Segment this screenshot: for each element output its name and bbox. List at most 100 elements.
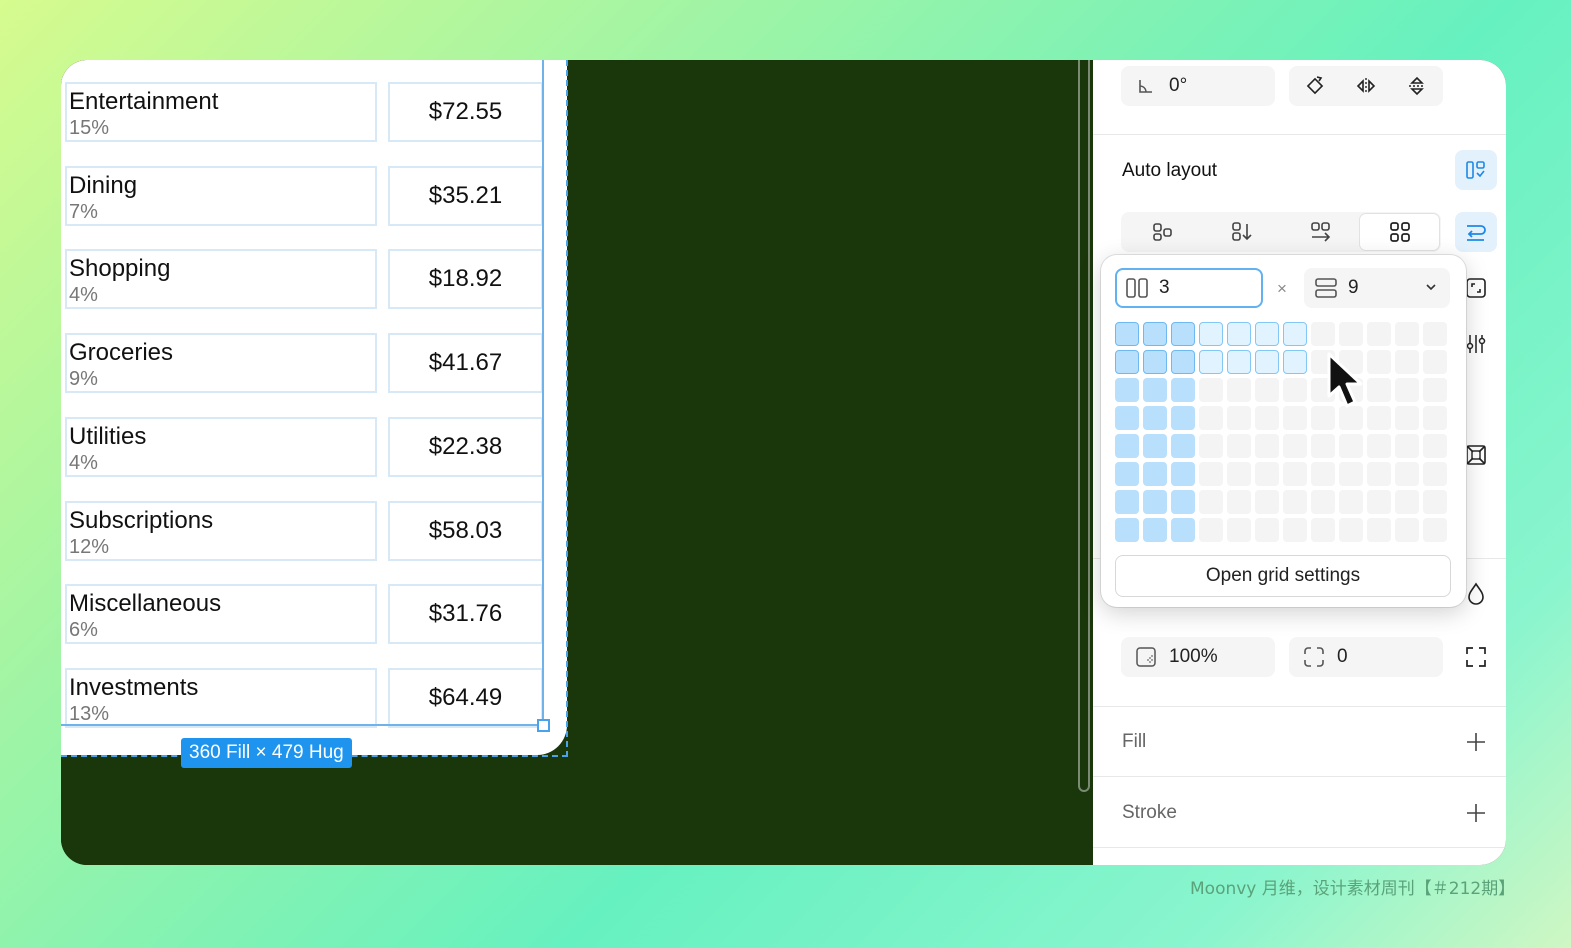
grid-cell[interactable] xyxy=(1395,462,1419,486)
grid-cell[interactable] xyxy=(1171,434,1195,458)
grid-cell[interactable] xyxy=(1227,378,1251,402)
grid-cell[interactable] xyxy=(1227,406,1251,430)
add-stroke-button[interactable] xyxy=(1456,793,1496,833)
grid-cell[interactable] xyxy=(1423,518,1447,542)
grid-cell[interactable] xyxy=(1395,378,1419,402)
grid-cell[interactable] xyxy=(1367,378,1391,402)
design-canvas[interactable]: Entertainment 15% $72.55 Dining 7% $35.21 Shop… xyxy=(61,60,1093,865)
grid-cell[interactable] xyxy=(1283,406,1307,430)
grid-cell[interactable] xyxy=(1395,490,1419,514)
grid-cell[interactable] xyxy=(1283,462,1307,486)
grid-cell[interactable] xyxy=(1367,322,1391,346)
flip-vertical-button[interactable] xyxy=(1391,66,1442,106)
remove-auto-layout-button[interactable] xyxy=(1455,150,1497,190)
grid-cell[interactable] xyxy=(1199,490,1223,514)
grid-cell[interactable] xyxy=(1115,378,1139,402)
grid-cell[interactable] xyxy=(1115,350,1139,374)
corner-radius-field[interactable]: 0 xyxy=(1289,637,1443,677)
grid-cell[interactable] xyxy=(1199,518,1223,542)
grid-cell[interactable] xyxy=(1367,406,1391,430)
open-grid-settings-button[interactable]: Open grid settings xyxy=(1115,555,1451,597)
grid-cell[interactable] xyxy=(1367,434,1391,458)
grid-cell[interactable] xyxy=(1115,462,1139,486)
grid-cell[interactable] xyxy=(1255,462,1279,486)
grid-cell[interactable] xyxy=(1255,490,1279,514)
grid-cell[interactable] xyxy=(1423,350,1447,374)
grid-cell[interactable] xyxy=(1171,406,1195,430)
grid-cell[interactable] xyxy=(1423,462,1447,486)
direction-horizontal-option[interactable] xyxy=(1123,214,1202,250)
grid-cell[interactable] xyxy=(1199,406,1223,430)
grid-cell[interactable] xyxy=(1255,350,1279,374)
direction-vertical-option[interactable] xyxy=(1202,214,1281,250)
grid-cell[interactable] xyxy=(1395,434,1419,458)
grid-cell[interactable] xyxy=(1423,490,1447,514)
grid-cell[interactable] xyxy=(1171,378,1195,402)
grid-rows-input[interactable]: 9 xyxy=(1304,268,1450,308)
grid-cell[interactable] xyxy=(1339,462,1363,486)
grid-cell[interactable] xyxy=(1283,350,1307,374)
grid-cell[interactable] xyxy=(1227,350,1251,374)
grid-cell[interactable] xyxy=(1395,350,1419,374)
grid-cell[interactable] xyxy=(1423,406,1447,430)
grid-cell[interactable] xyxy=(1339,322,1363,346)
grid-cell[interactable] xyxy=(1227,322,1251,346)
grid-cell[interactable] xyxy=(1283,490,1307,514)
chevron-down-icon[interactable] xyxy=(1424,278,1438,300)
grid-cell[interactable] xyxy=(1339,518,1363,542)
opacity-field[interactable]: 100% xyxy=(1121,637,1275,677)
grid-cell[interactable] xyxy=(1311,462,1335,486)
budget-frame[interactable]: Entertainment 15% $72.55 Dining 7% $35.21 Shop… xyxy=(61,60,568,757)
grid-cell[interactable] xyxy=(1227,518,1251,542)
grid-cell[interactable] xyxy=(1255,518,1279,542)
grid-cell[interactable] xyxy=(1339,434,1363,458)
grid-cell[interactable] xyxy=(1423,322,1447,346)
grid-cell[interactable] xyxy=(1171,490,1195,514)
grid-cell[interactable] xyxy=(1199,350,1223,374)
rotate-90-button[interactable] xyxy=(1289,66,1340,106)
grid-cell[interactable] xyxy=(1227,490,1251,514)
grid-cell[interactable] xyxy=(1115,434,1139,458)
grid-cell[interactable] xyxy=(1115,406,1139,430)
grid-cell[interactable] xyxy=(1283,434,1307,458)
resize-handle[interactable] xyxy=(537,719,550,732)
direction-grid-option[interactable] xyxy=(1360,214,1439,250)
grid-cell[interactable] xyxy=(1171,462,1195,486)
grid-cell[interactable] xyxy=(1143,406,1167,430)
grid-cell[interactable] xyxy=(1283,322,1307,346)
grid-cell[interactable] xyxy=(1143,350,1167,374)
grid-cell[interactable] xyxy=(1199,378,1223,402)
grid-cell[interactable] xyxy=(1423,378,1447,402)
grid-cell[interactable] xyxy=(1339,490,1363,514)
grid-cell[interactable] xyxy=(1255,434,1279,458)
grid-cell[interactable] xyxy=(1171,322,1195,346)
flip-horizontal-button[interactable] xyxy=(1340,66,1391,106)
canvas-scrollbar[interactable] xyxy=(1078,60,1090,792)
grid-cell[interactable] xyxy=(1255,378,1279,402)
grid-cell[interactable] xyxy=(1367,350,1391,374)
rotation-field[interactable]: 0° xyxy=(1121,66,1275,106)
grid-cell[interactable] xyxy=(1255,406,1279,430)
grid-cell[interactable] xyxy=(1283,378,1307,402)
grid-cell[interactable] xyxy=(1395,518,1419,542)
grid-cell[interactable] xyxy=(1115,518,1139,542)
grid-cell[interactable] xyxy=(1143,378,1167,402)
grid-cell[interactable] xyxy=(1143,518,1167,542)
grid-cell[interactable] xyxy=(1199,434,1223,458)
grid-cell[interactable] xyxy=(1311,518,1335,542)
grid-cell[interactable] xyxy=(1143,462,1167,486)
grid-cell[interactable] xyxy=(1115,322,1139,346)
grid-cell[interactable] xyxy=(1115,490,1139,514)
independent-corners-button[interactable] xyxy=(1456,637,1496,677)
grid-cell[interactable] xyxy=(1311,322,1335,346)
grid-cell[interactable] xyxy=(1143,434,1167,458)
grid-cell[interactable] xyxy=(1227,462,1251,486)
grid-cell[interactable] xyxy=(1311,490,1335,514)
grid-cell[interactable] xyxy=(1199,322,1223,346)
grid-cell[interactable] xyxy=(1255,322,1279,346)
add-fill-button[interactable] xyxy=(1456,722,1496,762)
grid-cell[interactable] xyxy=(1423,434,1447,458)
grid-cell[interactable] xyxy=(1367,462,1391,486)
grid-cell[interactable] xyxy=(1367,490,1391,514)
grid-columns-input[interactable]: 3 xyxy=(1115,268,1263,308)
